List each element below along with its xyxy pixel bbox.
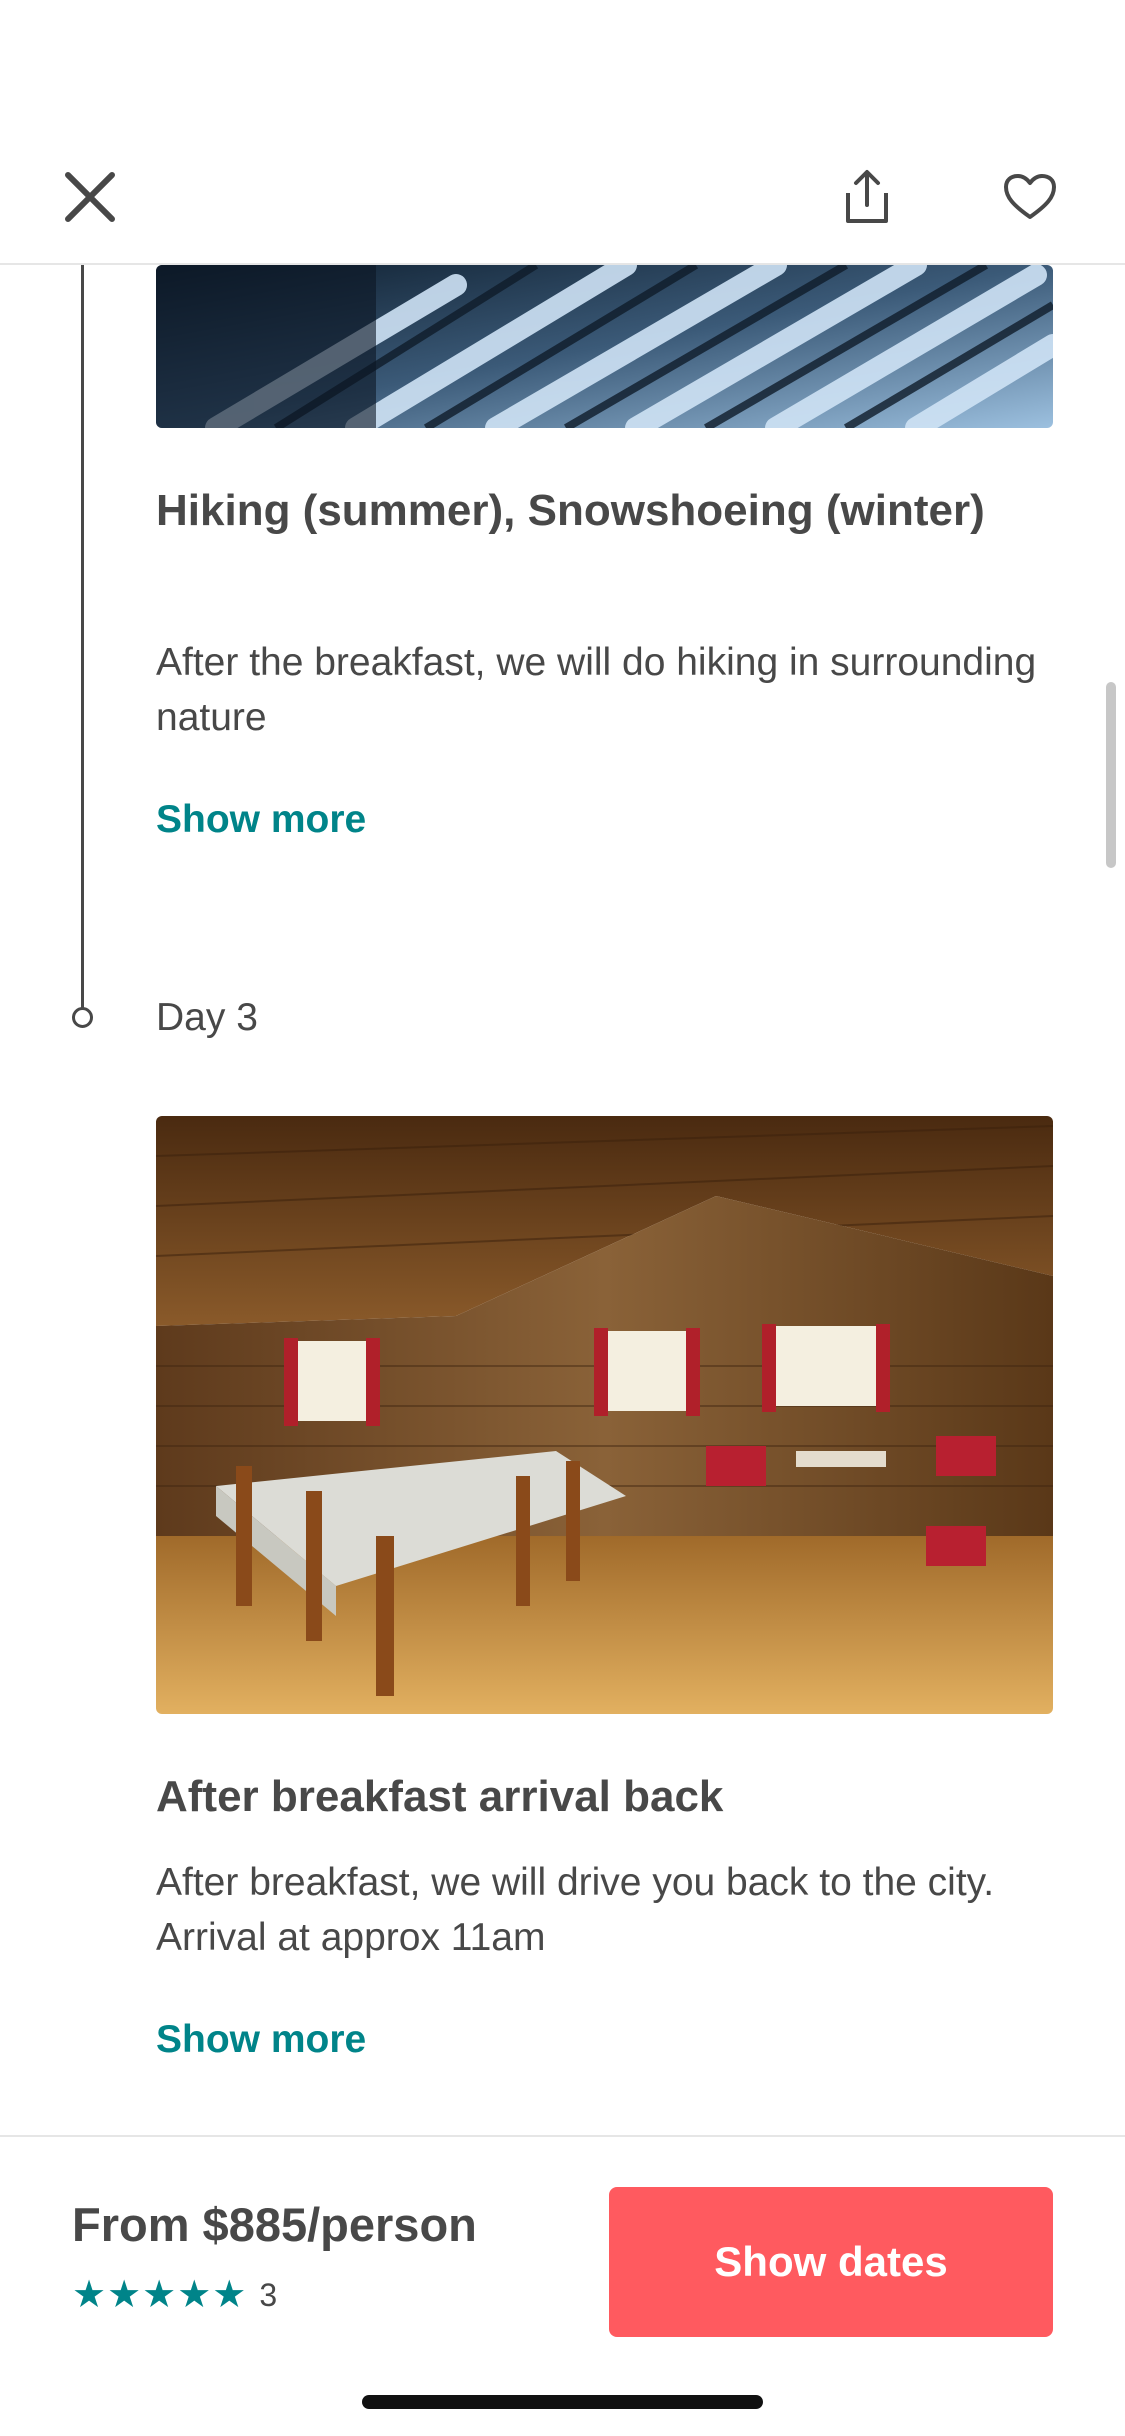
heart-icon [1004,174,1056,219]
activity-description: After breakfast, we will drive you back … [156,1861,995,1959]
close-button[interactable] [45,152,135,242]
show-more-link[interactable]: Show more [156,795,366,845]
share-icon [846,170,888,223]
price-label: From $885/person [72,2198,477,2251]
timeline-line [81,265,84,1010]
star-rating-icon: ★★★★★ [72,2274,248,2316]
show-dates-button[interactable]: Show dates [609,2187,1053,2337]
top-navigation-bar [0,0,1125,265]
experience-itinerary-screen: Hiking (summer), Snowshoeing (winter) Af… [0,0,1125,2436]
show-more-link[interactable]: Show more [156,2015,366,2065]
activity-title: Hiking (summer), Snowshoeing (winter) [156,486,985,535]
share-button[interactable] [822,152,912,242]
rating: ★★★★★ 3 [72,2275,277,2315]
activity-description: After the breakfast, we will do hiking i… [156,641,1037,739]
review-count: 3 [259,2277,278,2313]
favorite-button[interactable] [985,152,1075,242]
booking-bar: From $885/person ★★★★★ 3 Show dates [0,2135,1125,2436]
timeline-dot [72,1007,93,1028]
activity-photo-snowshoeing[interactable] [156,265,1053,428]
close-icon [65,172,115,222]
scroll-indicator[interactable] [1106,682,1116,868]
home-indicator [362,2395,763,2409]
day-label: Day 3 [156,996,258,1039]
activity-title: After breakfast arrival back [156,1772,724,1821]
activity-photo-dining-room[interactable] [156,1116,1053,1714]
